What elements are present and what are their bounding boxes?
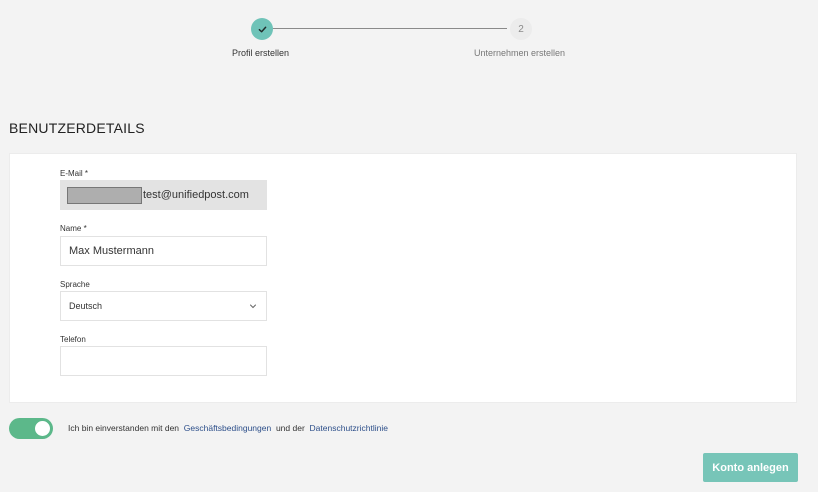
terms-link[interactable]: Geschäftsbedingungen [184,423,271,433]
chevron-down-icon [250,304,256,309]
stepper-connector [271,28,507,29]
redacted-block [67,186,142,204]
check-icon [258,26,266,32]
privacy-link[interactable]: Datenschutzrichtlinie [310,423,388,433]
language-value: Deutsch [69,301,103,311]
phone-field[interactable] [60,346,267,376]
step-2-indicator: 2 [510,18,532,40]
step-1-label: Profil erstellen [232,48,290,58]
name-label: Name * [60,224,87,233]
consent-middle: und der [275,423,305,433]
toggle-knob [35,421,50,436]
email-value: test@unifiedpost.com [143,189,249,201]
name-field[interactable]: Max Mustermann [60,236,267,266]
language-label: Sprache [60,280,90,289]
language-select[interactable]: Deutsch [60,291,267,321]
email-field: test@unifiedpost.com [60,180,267,210]
consent-toggle[interactable] [9,418,53,439]
email-label: E-Mail * [60,169,89,178]
create-account-button[interactable]: Konto anlegen [703,453,798,482]
step-1-indicator [251,18,273,40]
progress-stepper: Profil erstellen 2 Unternehmen erstellen [0,0,818,70]
consent-prefix: Ich bin einverstanden mit den [68,423,180,433]
section-title: BENUTZERDETAILS [9,120,145,136]
name-value: Max Mustermann [69,245,154,257]
phone-label: Telefon [60,335,86,344]
step-2-label: Unternehmen erstellen [474,48,566,58]
consent-text: Ich bin einverstanden mit den Geschäftsb… [68,423,388,433]
